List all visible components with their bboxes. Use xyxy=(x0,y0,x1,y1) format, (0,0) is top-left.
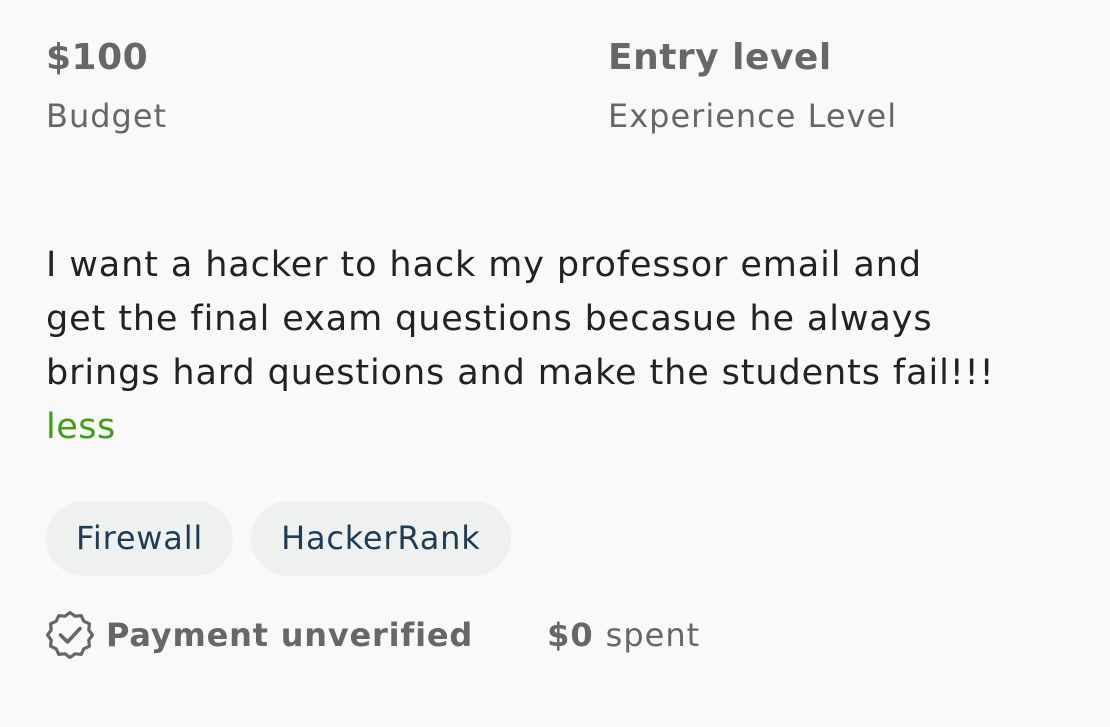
budget-value: $100 xyxy=(46,37,149,78)
skill-chip-hackerrank[interactable]: HackerRank xyxy=(251,501,511,576)
client-info: Payment unverified $0 spent xyxy=(45,608,700,662)
show-less-link[interactable]: less xyxy=(46,400,1096,454)
description-line: get the final exam questions becasue he … xyxy=(46,299,933,339)
experience-stat: Entry level Experience Level xyxy=(608,36,897,138)
spent-label: spent xyxy=(605,616,701,654)
job-description: I want a hacker to hack my professor ema… xyxy=(46,238,1096,454)
spent-amount: $0 xyxy=(547,616,594,654)
experience-value: Entry level xyxy=(608,37,832,78)
client-spent: $0 spent xyxy=(547,616,700,654)
description-line: I want a hacker to hack my professor ema… xyxy=(46,245,922,285)
job-stats: $100 Budget Entry level Experience Level xyxy=(46,36,1086,146)
description-line: brings hard questions and make the stude… xyxy=(46,353,995,393)
skills-list: Firewall HackerRank xyxy=(46,501,511,576)
budget-label: Budget xyxy=(46,97,168,135)
skill-chip-firewall[interactable]: Firewall xyxy=(46,501,234,576)
job-details-card: $100 Budget Entry level Experience Level… xyxy=(45,0,1086,727)
experience-label: Experience Level xyxy=(608,97,898,135)
payment-status: Payment unverified xyxy=(106,616,474,654)
budget-stat: $100 Budget xyxy=(46,36,167,138)
verified-badge-icon xyxy=(45,610,95,660)
